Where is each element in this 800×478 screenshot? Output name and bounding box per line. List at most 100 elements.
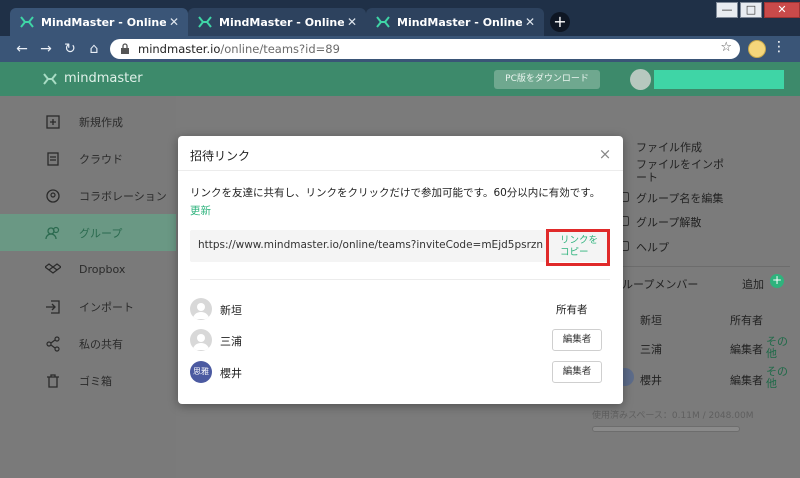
default-user-icon [193,303,209,319]
sidebar-item-collaboration[interactable]: コラボレーション [0,177,176,214]
member-name: 三浦 [220,335,242,348]
tab-title: MindMaster - Online Mind Ma [219,15,344,29]
member-name: 櫻井 [220,367,242,380]
back-arrow-icon[interactable]: ← [12,39,32,59]
trash-icon [47,373,59,388]
mindmaster-favicon-icon [376,16,390,28]
refresh-link[interactable]: 更新 [190,205,211,217]
browser-menu-icon[interactable]: ⋮ [772,39,786,55]
sidebar-item-import[interactable]: インポート [0,288,176,325]
brand-logo[interactable]: mindmaster [42,71,143,86]
browser-tab-bar: MindMaster - Online Mind Ma ✕ MindMaster… [0,0,800,36]
copy-link-highlight [546,229,610,266]
dropbox-icon [45,262,61,274]
mindmaster-favicon-icon [20,16,34,28]
sidebar-item-my-share[interactable]: 私の共有 [0,325,176,362]
role-select-button[interactable]: 編集者 [552,329,602,351]
window-close-button[interactable]: ✕ [764,2,800,18]
panel-member-more[interactable]: その他 [766,336,790,360]
mindmaster-logo-icon [43,72,57,85]
menu-help[interactable]: ヘルプ [636,239,669,255]
url-path: /online/teams?id=89 [220,42,340,56]
add-member-plus-icon[interactable]: + [770,274,784,288]
member-role: 所有者 [556,304,588,316]
avatar: 思雅 [190,361,212,383]
import-icon [46,299,60,314]
browser-tab-2[interactable]: MindMaster - Online Mind Ma ✕ [188,8,366,36]
user-avatar[interactable] [630,69,651,90]
list-item: 思雅 櫻井 編集者 [190,361,610,385]
avatar [190,298,212,320]
panel-member-role: 編集者 [730,343,763,356]
bookmark-star-icon[interactable]: ☆ [720,40,732,55]
tab-close-icon[interactable]: ✕ [522,15,538,29]
group-icon [45,226,60,239]
panel-member-more[interactable]: その他 [766,366,790,390]
menu-create-file[interactable]: ファイル作成 [636,139,702,155]
maximize-button[interactable]: □ [740,2,762,18]
tab-title: MindMaster - Online Mind Ma [41,15,166,29]
dialog-title: 招待リンク [190,149,251,163]
sidebar-item-label: クラウド [79,152,123,166]
sidebar-item-label: Dropbox [79,263,126,276]
invite-link-dialog: 招待リンク × リンクを友達に共有し、リンクをクリックだけで参加可能です。60分… [178,136,623,404]
user-name-redacted [654,70,784,89]
download-pc-button[interactable]: PC版をダウンロード [494,70,600,89]
mindmaster-favicon-icon [198,16,212,28]
storage-usage-text: 使用済みスペース：0.11M / 2048.00M [592,411,754,421]
invite-description-text: リンクを友達に共有し、リンクをクリックだけで参加可能です。60分以内に有効です。 [190,187,601,199]
default-user-icon [193,334,209,350]
tab-close-icon[interactable]: ✕ [344,15,360,29]
panel-member-name: 櫻井 [640,374,662,387]
dialog-close-icon[interactable]: × [598,145,612,163]
sidebar-item-label: 新規作成 [79,115,123,129]
browser-toolbar: ← → ↻ ⌂ mindmaster.io/online/teams?id=89… [0,36,800,62]
browser-tab-3[interactable]: MindMaster - Online Mind Ma ✕ [366,8,544,36]
home-icon[interactable]: ⌂ [84,39,104,59]
role-select-button[interactable]: 編集者 [552,361,602,383]
menu-import-file[interactable]: ファイルをインポート [636,158,726,184]
brand-name: mindmaster [64,71,143,86]
add-member-label[interactable]: 追加 [742,276,764,292]
url-host: mindmaster.io [138,42,221,56]
panel-member-name: 新垣 [640,314,662,327]
storage-usage-bar [592,426,740,432]
sidebar-item-trash[interactable]: ゴミ箱 [0,362,176,399]
lock-icon [121,43,129,54]
sidebar-item-group[interactable]: グループ [0,214,176,251]
new-tab-button[interactable]: + [550,12,570,32]
divider [178,170,623,171]
sidebar-item-label: インポート [79,300,134,314]
share-icon [46,335,60,352]
app-header: mindmaster PC版をダウンロード [0,62,800,96]
sidebar-item-dropbox[interactable]: Dropbox [0,251,176,288]
member-name: 新垣 [220,304,242,317]
address-bar[interactable]: mindmaster.io/online/teams?id=89 ☆ [110,39,740,59]
sidebar-item-label: コラボレーション [79,189,167,203]
divider [190,279,610,280]
invite-description: リンクを友達に共有し、リンクをクリックだけで参加可能です。60分以内に有効です。… [190,184,610,220]
panel-member-role: 所有者 [730,314,763,327]
profile-avatar[interactable] [748,40,766,58]
reload-icon[interactable]: ↻ [60,39,80,59]
panel-member-name: 三浦 [640,343,662,356]
panel-divider [600,266,790,267]
list-item: 三浦 編集者 [190,329,610,353]
invite-link-url[interactable]: https://www.mindmaster.io/online/teams?i… [198,239,543,251]
collaboration-icon [46,188,60,203]
tab-title: MindMaster - Online Mind Ma [397,15,522,29]
minimize-button[interactable]: — [716,2,738,18]
sidebar-item-new[interactable]: 新規作成 [0,103,176,140]
cloud-icon [47,151,59,166]
sidebar: 新規作成 クラウド コラボレーション グループ Dropbox インポート 私の… [0,96,176,478]
sidebar-item-cloud[interactable]: クラウド [0,140,176,177]
menu-dissolve-group[interactable]: グループ解散 [636,214,701,230]
list-item: 新垣 所有者 [190,298,610,322]
members-section-title: ループメンバー [622,278,699,291]
new-file-icon [46,114,60,129]
forward-arrow-icon[interactable]: → [36,39,56,59]
menu-rename-group[interactable]: グループ名を編集 [636,190,723,206]
browser-tab-1[interactable]: MindMaster - Online Mind Ma ✕ [10,8,188,36]
panel-member-role: 編集者 [730,374,763,387]
tab-close-icon[interactable]: ✕ [166,15,182,29]
